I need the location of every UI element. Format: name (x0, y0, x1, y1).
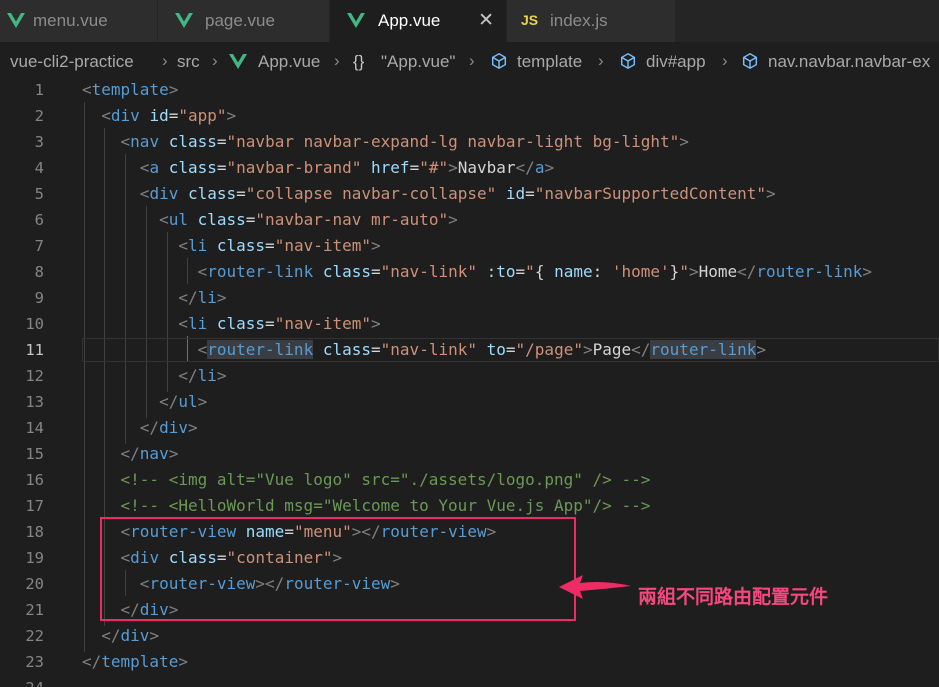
vue-icon (7, 13, 25, 28)
vue-icon (347, 13, 365, 28)
code-line: 7 <li class="nav-item"> (0, 234, 939, 260)
tab-label: App.vue (378, 11, 441, 30)
code-text: </template> (82, 652, 188, 671)
vue-icon (229, 54, 247, 69)
code-text: <li class="nav-item"> (178, 236, 381, 255)
line-number: 6 (34, 211, 44, 229)
line-number: 20 (25, 575, 44, 593)
code-line: 13 </ul> (0, 390, 939, 416)
chevron-right-icon: › (598, 51, 604, 70)
breadcrumb-nav[interactable]: nav.navbar.navbar-ex (768, 52, 930, 72)
breadcrumb: vue-cli2-practice › src › App.vue › {} "… (0, 42, 939, 80)
line-number: 11 (25, 341, 44, 359)
code-line: 22 </div> (0, 624, 939, 650)
code-line: 14 </div> (0, 416, 939, 442)
line-number: 2 (34, 107, 44, 125)
code-text: <router-link class="nav-link" to="/page"… (197, 340, 767, 359)
code-text: <ul class="navbar-nav mr-auto"> (159, 210, 458, 229)
code-line: 5 <div class="collapse navbar-collapse" … (0, 182, 939, 208)
chevron-right-icon: › (162, 51, 168, 70)
tab-page-vue[interactable]: page.vue (158, 0, 330, 42)
line-number: 5 (34, 185, 44, 203)
tab-label: menu.vue (33, 11, 108, 30)
tab-bar: menu.vue page.vue App.vue ✕ JS index.js (0, 0, 939, 42)
code-line: 23 </template> (0, 650, 939, 676)
code-text: <nav class="navbar navbar-expand-lg navb… (120, 132, 689, 151)
cube-icon (742, 52, 758, 70)
code-line: 16 <!-- <img alt="Vue logo" src="./asset… (0, 468, 939, 494)
breadcrumb-object[interactable]: "App.vue" (381, 52, 455, 72)
code-line: 6 <ul class="navbar-nav mr-auto"> (0, 208, 939, 234)
code-line: 12 </li> (0, 364, 939, 390)
code-line: 1 <template> (0, 80, 939, 104)
line-number: 10 (25, 315, 44, 333)
arrow-left-icon (559, 575, 631, 599)
line-number: 19 (25, 549, 44, 567)
cube-icon (620, 52, 636, 70)
chevron-right-icon: › (212, 51, 218, 70)
code-text: <!-- <HelloWorld msg="Welcome to Your Vu… (120, 496, 651, 515)
code-text: <a class="navbar-brand" href="#">Navbar<… (139, 158, 555, 177)
annotation-text: 兩組不同路由配置元件 (638, 586, 829, 608)
code-text: <li class="nav-item"> (178, 314, 381, 333)
line-number: 18 (25, 523, 44, 541)
chevron-right-icon: › (469, 51, 475, 70)
line-number: 16 (25, 471, 44, 489)
breadcrumb-template[interactable]: template (517, 52, 582, 72)
chevron-right-icon: › (722, 51, 728, 70)
code-line: 15 </nav> (0, 442, 939, 468)
line-number: 22 (25, 627, 44, 645)
annotation-box (100, 517, 576, 621)
code-text: </ul> (159, 392, 208, 411)
code-line: 8 <router-link class="nav-link" :to="{ n… (0, 260, 939, 286)
code-line: 24 (0, 676, 939, 687)
line-number: 9 (34, 289, 44, 307)
tab-index-js[interactable]: JS index.js (507, 0, 676, 42)
line-number: 14 (25, 419, 44, 437)
breadcrumb-div[interactable]: div#app (646, 52, 706, 72)
line-number: 23 (25, 653, 44, 671)
cube-icon (491, 52, 507, 70)
code-text: </li> (178, 366, 227, 385)
line-number: 21 (25, 601, 44, 619)
code-line: 2 <div id="app"> (0, 104, 939, 130)
chevron-right-icon: › (334, 51, 340, 70)
code-line: 10 <li class="nav-item"> (0, 312, 939, 338)
line-number: 13 (25, 393, 44, 411)
breadcrumb-folder[interactable]: src (177, 52, 200, 72)
tab-app-vue[interactable]: App.vue ✕ (330, 0, 507, 42)
code-text: <div id="app"> (101, 106, 237, 125)
breadcrumb-file[interactable]: App.vue (258, 52, 320, 72)
tab-menu-vue[interactable]: menu.vue (0, 0, 158, 42)
code-text: </div> (139, 418, 198, 437)
line-number: 7 (34, 237, 44, 255)
code-text: </div> (101, 626, 160, 645)
code-text: </nav> (120, 444, 179, 463)
line-number: 1 (34, 81, 44, 99)
code-text: <div class="collapse navbar-collapse" id… (139, 184, 776, 203)
code-line: 9 </li> (0, 286, 939, 312)
line-number: 4 (34, 159, 44, 177)
vue-icon (175, 13, 193, 28)
code-text: <!-- <img alt="Vue logo" src="./assets/l… (120, 470, 651, 489)
line-number: 3 (34, 133, 44, 151)
code-text: </li> (178, 288, 227, 307)
breadcrumb-project[interactable]: vue-cli2-practice (10, 52, 134, 72)
js-icon: JS (521, 12, 539, 28)
code-line-current: 11 <router-link class="nav-link" to="/pa… (0, 338, 939, 364)
line-number: 15 (25, 445, 44, 463)
line-number: 17 (25, 497, 44, 515)
code-text: <router-link class="nav-link" :to="{ nam… (197, 262, 872, 281)
braces-icon: {} (353, 52, 365, 71)
close-icon[interactable]: ✕ (478, 9, 494, 32)
code-line: 4 <a class="navbar-brand" href="#">Navba… (0, 156, 939, 182)
code-text: <template> (82, 80, 179, 99)
line-number: 24 (0, 679, 44, 687)
line-number: 8 (34, 263, 44, 281)
tab-label: index.js (550, 11, 608, 30)
code-line: 3 <nav class="navbar navbar-expand-lg na… (0, 130, 939, 156)
line-number: 12 (25, 367, 44, 385)
tab-label: page.vue (205, 11, 275, 30)
